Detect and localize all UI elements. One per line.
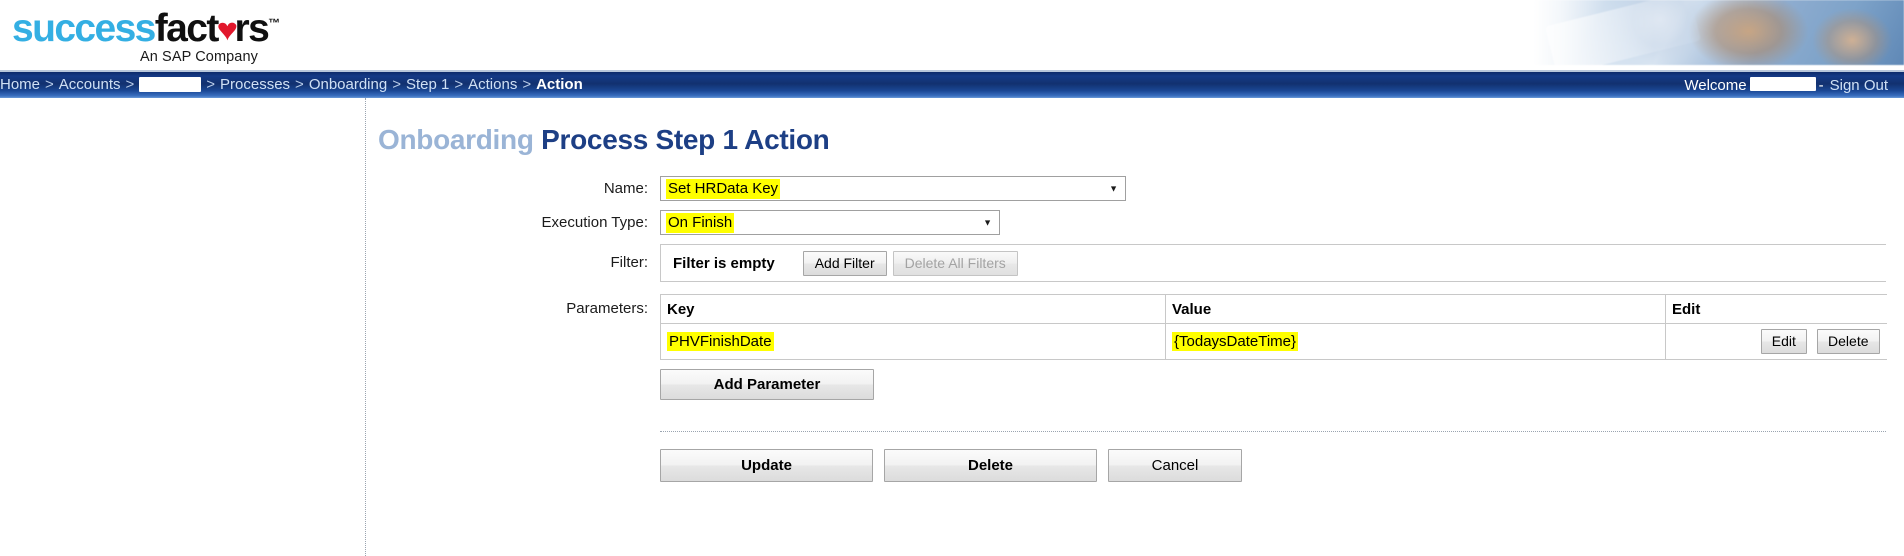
parameter-key-value: PHVFinishDate — [667, 332, 774, 351]
chevron-down-icon: ▼ — [1109, 183, 1118, 193]
heart-icon: ♥ — [216, 12, 238, 47]
column-header-key: Key — [660, 294, 1166, 324]
add-parameter-area: Add Parameter — [660, 369, 1887, 400]
name-label: Name: — [603, 180, 648, 197]
main-content: Onboarding Process Step 1 Action Name: S… — [367, 98, 1904, 556]
cell-parameter-actions: Edit Delete — [1665, 323, 1887, 360]
breadcrumb-item-actions[interactable]: Actions — [468, 72, 517, 98]
delete-button[interactable]: Delete — [884, 449, 1097, 482]
breadcrumb-item-step-1[interactable]: Step 1 — [406, 72, 449, 98]
execution-type-select-value: On Finish — [666, 212, 735, 233]
breadcrumb-item-action-current: Action — [536, 76, 583, 93]
page-header: successfact♥rs™ An SAP Company — [0, 0, 1904, 70]
form-row-name: Name: Set HRData Key ▼ — [367, 176, 1904, 202]
breadcrumb-navbar: Home > Accounts > > Processes > Onboardi… — [0, 70, 1904, 98]
breadcrumb: Home > Accounts > > Processes > Onboardi… — [0, 72, 583, 98]
add-parameter-button[interactable]: Add Parameter — [660, 369, 874, 400]
update-button[interactable]: Update — [660, 449, 873, 482]
delete-parameter-button[interactable]: Delete — [1817, 329, 1880, 354]
table-header-row: Key Value Edit — [660, 294, 1887, 324]
breadcrumb-item-onboarding[interactable]: Onboarding — [309, 72, 387, 98]
page-title: Onboarding Process Step 1 Action — [378, 123, 1904, 157]
execution-type-label: Execution Type: — [541, 214, 648, 231]
breadcrumb-separator: > — [454, 76, 464, 93]
cancel-button[interactable]: Cancel — [1108, 449, 1242, 482]
page-title-context: Onboarding — [378, 124, 534, 155]
name-select-value: Set HRData Key — [666, 178, 781, 199]
column-header-value: Value — [1165, 294, 1666, 324]
cell-parameter-key: PHVFinishDate — [660, 323, 1166, 360]
section-divider — [660, 431, 1886, 432]
form-row-parameters: Parameters: Key Value Edit PHVFinishDate… — [367, 294, 1904, 482]
logo-text-success: success — [12, 7, 156, 50]
username-redacted — [1749, 77, 1816, 91]
filter-panel: Filter is empty Add Filter Delete All Fi… — [660, 244, 1886, 282]
breadcrumb-item-accounts[interactable]: Accounts — [59, 72, 121, 98]
parameter-value-value: {TodaysDateTime} — [1172, 332, 1299, 351]
parameters-panel: Key Value Edit PHVFinishDate {TodaysDate… — [660, 294, 1887, 482]
left-sidebar-rail — [0, 98, 366, 556]
header-banner-photo — [1534, 0, 1904, 65]
table-row: PHVFinishDate {TodaysDateTime} Edit Dele… — [660, 323, 1887, 360]
filter-label: Filter: — [610, 254, 649, 271]
breadcrumb-separator: > — [125, 76, 135, 93]
breadcrumb-separator: > — [206, 76, 216, 93]
successfactors-logo[interactable]: successfact♥rs™ An SAP Company — [12, 2, 332, 66]
parameters-label: Parameters: — [566, 300, 648, 317]
page-title-main: Process Step 1 Action — [541, 124, 830, 155]
breadcrumb-separator: > — [45, 76, 54, 93]
breadcrumb-item-account-redacted[interactable] — [139, 76, 202, 92]
execution-type-select[interactable]: On Finish ▼ — [660, 210, 1000, 235]
edit-parameter-button[interactable]: Edit — [1760, 329, 1807, 354]
welcome-label: Welcome — [1684, 76, 1747, 94]
delete-all-filters-button[interactable]: Delete All Filters — [892, 250, 1018, 276]
logo-text-rs: rs — [234, 7, 270, 50]
cell-parameter-value: {TodaysDateTime} — [1165, 323, 1666, 360]
trademark-icon: ™ — [268, 16, 281, 30]
logo-text-fact: fact — [154, 7, 220, 50]
breadcrumb-separator: > — [522, 76, 532, 93]
sign-out-link[interactable]: Sign Out — [1830, 77, 1888, 94]
name-select[interactable]: Set HRData Key ▼ — [660, 176, 1126, 201]
form-row-filter: Filter: Filter is empty Add Filter Delet… — [367, 244, 1904, 282]
action-form: Name: Set HRData Key ▼ Execution Type: O… — [367, 176, 1904, 482]
welcome-dash: - — [1818, 76, 1824, 94]
user-welcome-area: Welcome - Sign Out — [1684, 77, 1894, 94]
form-row-execution-type: Execution Type: On Finish ▼ — [367, 210, 1904, 236]
column-header-edit: Edit — [1665, 294, 1887, 324]
logo-wordmark: successfact♥rs™ — [12, 2, 332, 52]
chevron-down-icon: ▼ — [983, 217, 992, 227]
breadcrumb-item-home[interactable]: Home — [0, 72, 40, 98]
breadcrumb-separator: > — [392, 76, 401, 93]
form-action-bar: Update Delete Cancel — [660, 449, 1887, 482]
breadcrumb-separator: > — [295, 76, 304, 93]
breadcrumb-item-processes[interactable]: Processes — [220, 72, 290, 98]
filter-status-text: Filter is empty — [673, 254, 775, 272]
parameters-table: Key Value Edit PHVFinishDate {TodaysDate… — [660, 294, 1887, 360]
add-filter-button[interactable]: Add Filter — [802, 250, 887, 276]
page-body: Onboarding Process Step 1 Action Name: S… — [0, 98, 1904, 556]
